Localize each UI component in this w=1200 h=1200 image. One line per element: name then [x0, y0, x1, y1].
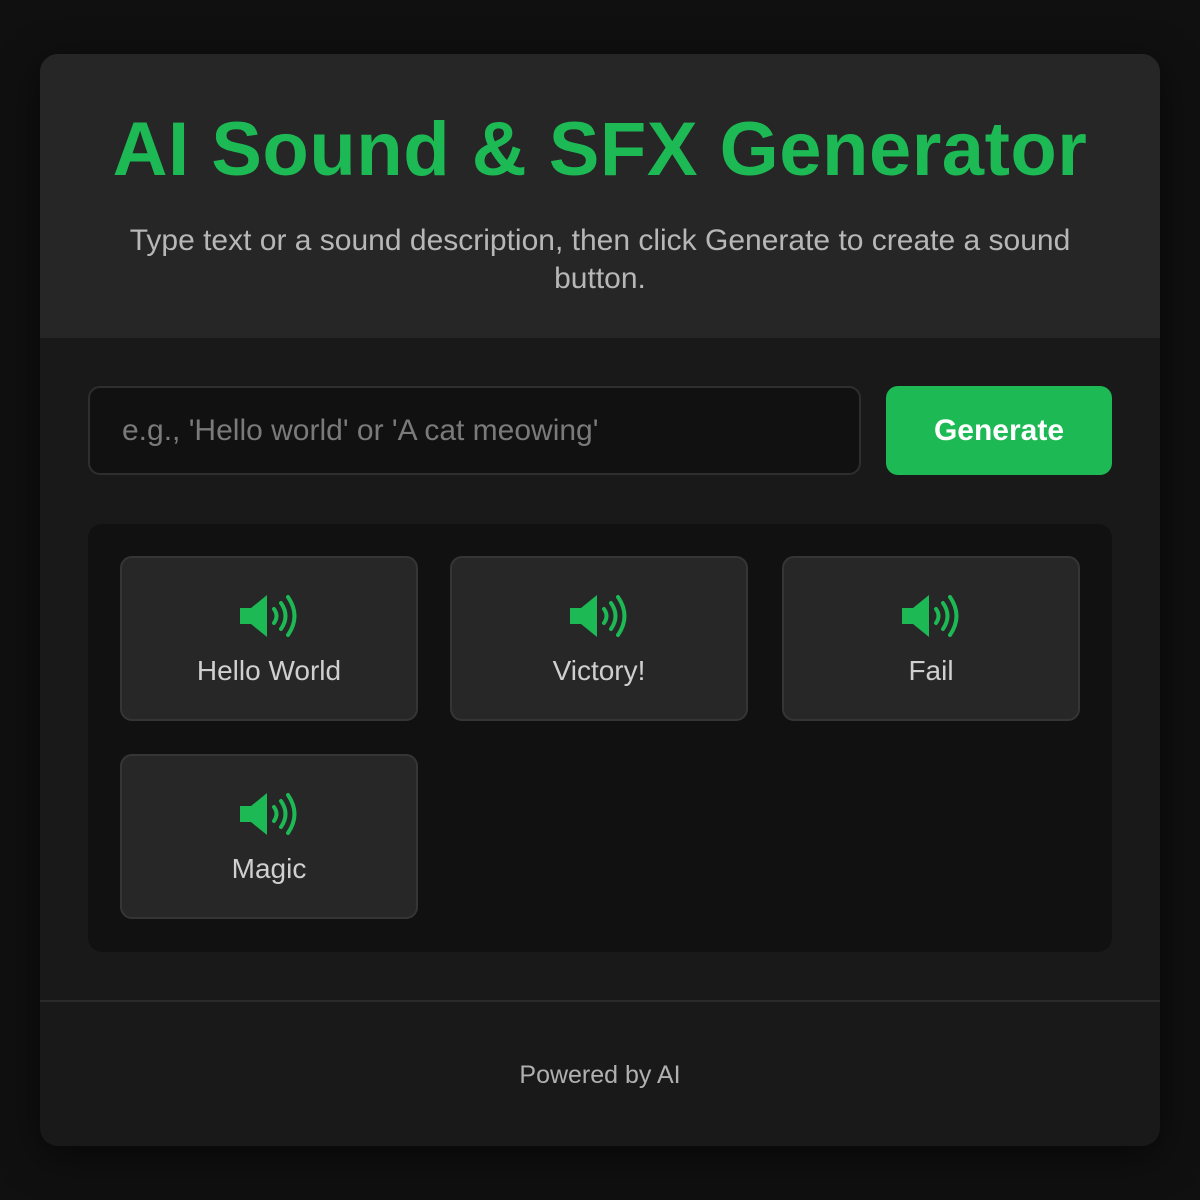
header: AI Sound & SFX Generator Type text or a … [40, 54, 1160, 338]
footer: Powered by AI [40, 1000, 1160, 1146]
app-card: AI Sound & SFX Generator Type text or a … [40, 54, 1160, 1146]
page-subtitle: Type text or a sound description, then c… [129, 224, 1071, 295]
sound-button-hello-world[interactable]: Hello World [120, 556, 418, 721]
footer-text: Powered by AI [519, 1061, 681, 1089]
page-title: AI Sound & SFX Generator [112, 107, 1088, 192]
speaker-icon [240, 595, 297, 637]
main-panel: Generate Hello World Victory! [40, 338, 1160, 1000]
sound-button-label: Fail [908, 655, 954, 686]
speaker-icon [240, 793, 297, 835]
speaker-icon [902, 595, 959, 637]
sound-button-label: Victory! [552, 655, 646, 686]
sound-button-magic[interactable]: Magic [120, 754, 418, 919]
sound-description-input[interactable] [88, 386, 861, 475]
sound-button-label: Magic [231, 853, 307, 884]
sound-button-label: Hello World [196, 655, 342, 686]
sound-button-grid: Hello World Victory! Fail Magic [88, 524, 1112, 952]
sound-button-fail[interactable]: Fail [782, 556, 1080, 721]
sound-button-victory[interactable]: Victory! [450, 556, 748, 721]
speaker-icon [570, 595, 627, 637]
generate-button[interactable]: Generate [886, 386, 1112, 475]
